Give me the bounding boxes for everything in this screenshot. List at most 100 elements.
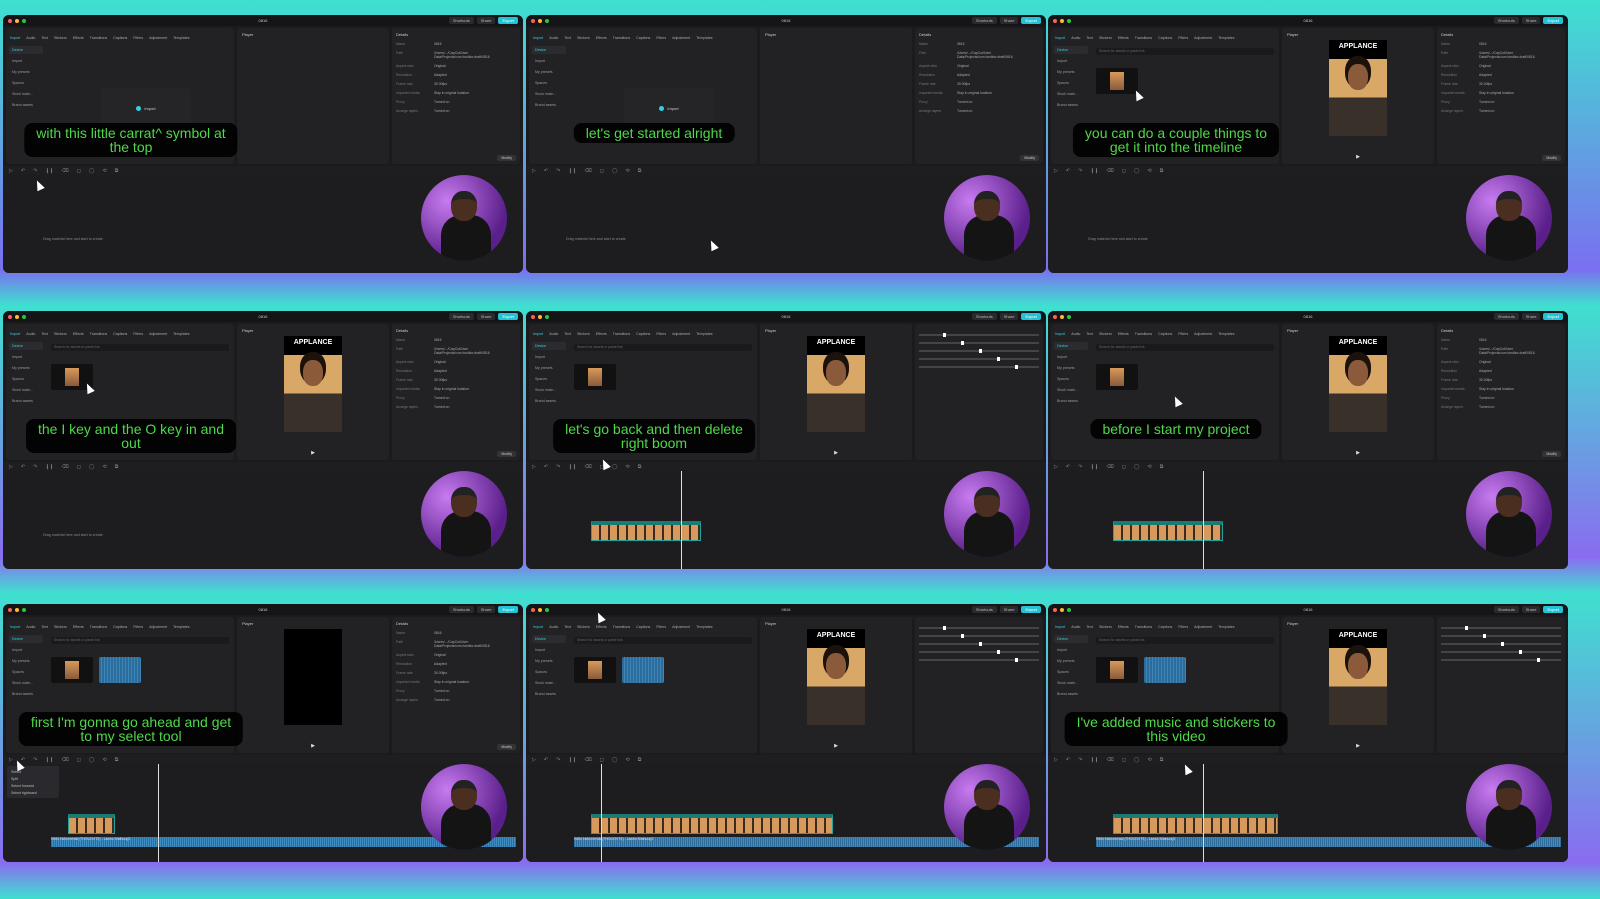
nav-item[interactable]: Spaces [9,375,43,383]
timeline-tool-icon[interactable]: ❙❙ [1090,464,1098,470]
nav-item[interactable]: Stock mate... [9,386,43,394]
export-button[interactable]: Export [1021,17,1041,24]
nav-item[interactable]: Import [9,646,43,654]
tab-captions[interactable]: Captions [113,625,127,629]
tab-templates[interactable]: Templates [1218,36,1234,40]
tab-templates[interactable]: Templates [696,332,712,336]
shortcuts-button[interactable]: Shortcuts [971,606,997,613]
timeline-tool-icon[interactable]: ↶ [1066,168,1070,174]
tab-stickers[interactable]: Stickers [54,36,67,40]
slider-handle[interactable] [961,341,964,345]
slider-handle[interactable] [1015,658,1018,662]
timeline-tool-icon[interactable]: ▷ [1054,168,1058,174]
tab-stickers[interactable]: Stickers [54,332,67,336]
timeline-tool-icon[interactable]: ❙❙ [568,464,576,470]
timeline-tool-icon[interactable]: ⌫ [62,757,69,763]
nav-item[interactable]: Brand assets [9,690,43,698]
media-item-video[interactable] [1096,68,1138,94]
timeline-tool-icon[interactable]: ↷ [33,168,37,174]
tab-audio[interactable]: Audio [549,332,558,336]
tab-captions[interactable]: Captions [1158,625,1172,629]
share-button[interactable]: Share [1521,313,1541,320]
media-search-input[interactable]: Search for assets or paste link [1096,637,1274,644]
property-slider[interactable] [1441,626,1561,630]
tab-filters[interactable]: Filters [1178,625,1188,629]
slider-handle[interactable] [997,357,1000,361]
property-slider[interactable] [919,634,1039,638]
tab-transitions[interactable]: Transitions [613,625,630,629]
nav-item[interactable]: Stock mate... [532,386,566,394]
timeline-tool-icon[interactable]: ↶ [544,168,548,174]
nav-item[interactable]: Spaces [1054,375,1088,383]
tab-transitions[interactable]: Transitions [1135,332,1152,336]
nav-item[interactable]: Brand assets [1054,101,1088,109]
timeline-tool-icon[interactable]: ◻ [77,464,81,470]
timeline-tool-icon[interactable]: ↶ [21,464,25,470]
minimize-button[interactable] [538,607,542,612]
tab-audio[interactable]: Audio [26,332,35,336]
tab-adjustment[interactable]: Adjustment [149,36,167,40]
minimize-button[interactable] [15,607,19,612]
media-item-video[interactable] [1096,657,1138,683]
nav-item[interactable]: My presets [1054,364,1088,372]
timeline-tool-icon[interactable]: ▷ [1054,464,1058,470]
slider-handle[interactable] [1483,634,1486,638]
export-button[interactable]: Export [498,17,518,24]
nav-item[interactable]: Brand assets [532,101,566,109]
nav-item[interactable]: Device [9,46,43,54]
slider-handle[interactable] [1465,626,1468,630]
timeline-tool-icon[interactable]: ⌫ [1107,464,1114,470]
timeline-tool-icon[interactable]: ◯ [1134,757,1140,763]
timeline-tool-icon[interactable]: ⟲ [626,168,630,174]
minimize-button[interactable] [1060,314,1064,319]
nav-item[interactable]: Brand assets [9,101,43,109]
tab-audio[interactable]: Audio [1071,332,1080,336]
media-search-input[interactable]: Search for assets or paste link [1096,344,1274,351]
tab-adjustment[interactable]: Adjustment [1194,332,1212,336]
nav-item[interactable]: Spaces [532,79,566,87]
close-button[interactable] [1053,607,1057,612]
minimize-button[interactable] [1060,607,1064,612]
maximize-button[interactable] [545,607,549,612]
nav-item[interactable]: Stock mate... [1054,679,1088,687]
timeline-tool-icon[interactable]: ◻ [1122,757,1126,763]
property-slider[interactable] [919,349,1039,353]
close-button[interactable] [531,607,535,612]
nav-item[interactable]: My presets [532,657,566,665]
close-button[interactable] [1053,18,1057,23]
timeline-tool-icon[interactable]: ◯ [89,464,95,470]
timeline-tool-icon[interactable]: ◯ [1134,168,1140,174]
export-button[interactable]: Export [1021,313,1041,320]
tab-stickers[interactable]: Stickers [577,332,590,336]
modify-button[interactable]: Modify [1020,155,1039,161]
playhead[interactable] [1203,764,1204,862]
tab-transitions[interactable]: Transitions [613,332,630,336]
timeline-tool-icon[interactable]: ⟲ [1148,757,1152,763]
nav-item[interactable]: Import [1054,646,1088,654]
close-button[interactable] [8,18,12,23]
play-button[interactable]: ▶ [237,743,389,749]
maximize-button[interactable] [1067,314,1071,319]
nav-item[interactable]: Device [532,46,566,54]
timeline-tool-icon[interactable]: ⧉ [115,464,119,470]
share-button[interactable]: Share [1521,17,1541,24]
nav-item[interactable]: My presets [9,364,43,372]
tab-effects[interactable]: Effects [596,625,607,629]
property-slider[interactable] [1441,642,1561,646]
tab-audio[interactable]: Audio [1071,625,1080,629]
tab-text[interactable]: Text [1086,332,1093,336]
video-clip[interactable] [591,521,701,541]
tab-adjustment[interactable]: Adjustment [1194,36,1212,40]
timeline-tool-icon[interactable]: ⟲ [626,757,630,763]
tab-stickers[interactable]: Stickers [1099,36,1112,40]
nav-item[interactable]: Stock mate... [1054,90,1088,98]
timeline-tool-icon[interactable]: ↶ [1066,757,1070,763]
nav-item[interactable]: Stock mate... [9,679,43,687]
video-clip[interactable] [68,814,115,834]
nav-item[interactable]: Stock mate... [532,90,566,98]
timeline-tool-icon[interactable]: ▷ [1054,757,1058,763]
tab-import[interactable]: Import [1055,625,1065,629]
timeline-tool-icon[interactable]: ▷ [532,168,536,174]
timeline-tool-icon[interactable]: ⟲ [103,757,107,763]
property-slider[interactable] [1441,634,1561,638]
